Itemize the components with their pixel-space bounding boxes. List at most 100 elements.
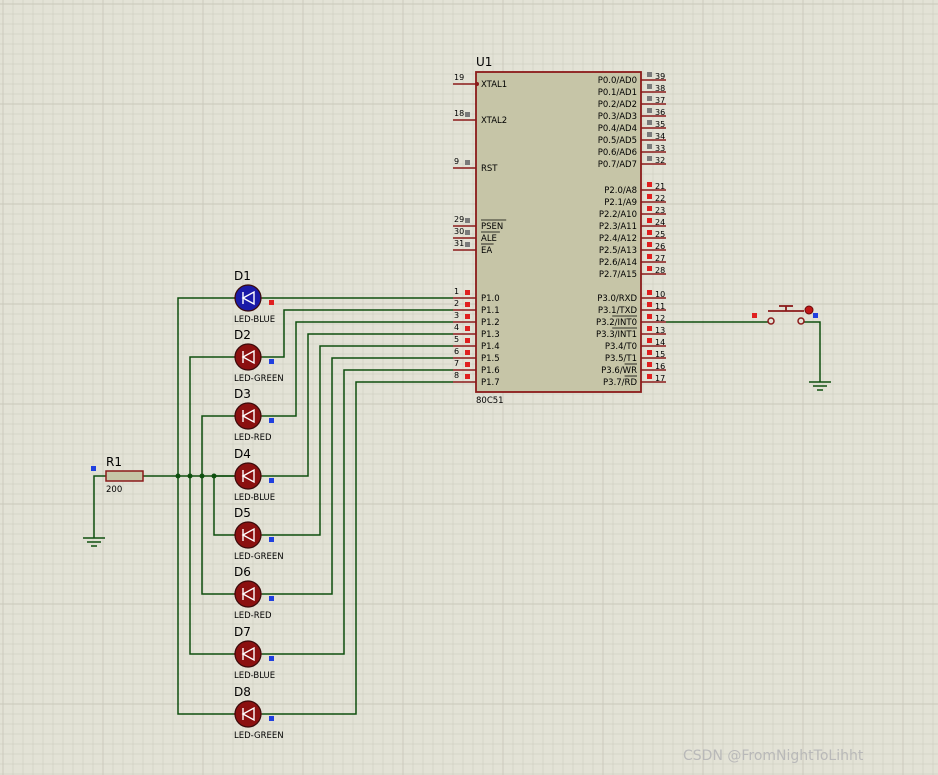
mcu-left-pin-marker xyxy=(465,230,470,235)
mcu-left-pin-number: 9 xyxy=(454,157,459,166)
led-type-label: LED-RED xyxy=(234,611,272,621)
mcu-left-pin-number: 1 xyxy=(454,287,459,296)
mcu-right-pin-marker xyxy=(647,132,652,137)
led-ref-label: D3 xyxy=(234,387,251,401)
mcu-left-pin-marker xyxy=(465,302,470,307)
mcu-right-pin-marker xyxy=(647,230,652,235)
mcu-right-pin-name: P0.6/AD6 xyxy=(598,148,637,158)
wire-p1-6 xyxy=(262,369,453,655)
mcu-right-pin-marker xyxy=(647,194,652,199)
led-pin-marker xyxy=(269,478,274,483)
mcu-left-pin-number: 3 xyxy=(454,311,459,320)
resistor-body xyxy=(105,470,144,482)
mcu-right-pin-number: 10 xyxy=(655,290,665,299)
button-contact-right xyxy=(797,317,805,325)
led-d4[interactable]: D4 LED-BLUE xyxy=(234,447,275,503)
led-body xyxy=(234,402,262,430)
mcu-right-pin-number: 15 xyxy=(655,350,665,359)
mcu-right-pin-name: P0.1/AD1 xyxy=(598,88,637,98)
led-ref-label: D4 xyxy=(234,447,251,461)
resistor-r1[interactable]: R1 200 xyxy=(91,455,144,495)
mcu-right-pin-marker xyxy=(647,362,652,367)
mcu-left-pin-name: XTAL1 xyxy=(481,80,507,90)
mcu-right-pin-name: P3.0/RXD xyxy=(597,294,637,304)
mcu-right-pin-number: 37 xyxy=(655,96,665,105)
led-body xyxy=(234,521,262,549)
led-ref-label: D6 xyxy=(234,565,251,579)
mcu-right-pin-marker xyxy=(647,108,652,113)
mcu-right-pin-number: 14 xyxy=(655,338,665,347)
mcu-right-pin-number: 39 xyxy=(655,72,665,81)
mcu-left-pin-name: P1.2 xyxy=(481,318,500,328)
mcu-left-pin-number: 8 xyxy=(454,371,459,380)
mcu-right-pin-name: P0.2/AD2 xyxy=(598,100,637,110)
led-pin-marker xyxy=(269,716,274,721)
mcu-right-pin-name: P0.3/AD3 xyxy=(598,112,637,122)
led-pin-marker xyxy=(269,418,274,423)
led-array: D1 LED-BLUE D2 LED-GREEN D3 LED-RED D4 LED-BLUE… xyxy=(234,269,284,741)
led-d1[interactable]: D1 LED-BLUE xyxy=(234,269,275,325)
mcu-right-pin-marker xyxy=(647,218,652,223)
led-body xyxy=(234,462,262,490)
led-pin-marker xyxy=(269,656,274,661)
mcu-right-pin-marker xyxy=(647,290,652,295)
led-ref-label: D8 xyxy=(234,685,251,699)
mcu-right-pin-name: P2.2/A10 xyxy=(599,210,637,220)
mcu-right-pin-name: P2.1/A9 xyxy=(604,198,637,208)
mcu-right-pin-marker xyxy=(647,120,652,125)
mcu-right-pin-number: 24 xyxy=(655,218,665,227)
mcu-right-pin-number: 16 xyxy=(655,362,665,371)
microcontroller-u1[interactable]: U1 80C51 19XTAL118XTAL29RST29PSEN30ALE31… xyxy=(453,55,666,406)
mcu-left-pin-number: 6 xyxy=(454,347,459,356)
mcu-left-pin-marker xyxy=(465,326,470,331)
led-ref-label: D2 xyxy=(234,328,251,342)
led-pin-marker xyxy=(269,537,274,542)
mcu-left-pin-name: P1.4 xyxy=(481,342,500,352)
mcu-right-pin-name: P3.4/T0 xyxy=(605,342,637,352)
mcu-right-pin-name: P3.2/INT0 xyxy=(596,318,637,328)
led-ref-label: D7 xyxy=(234,625,251,639)
led-type-label: LED-BLUE xyxy=(234,315,275,325)
led-d8[interactable]: D8 LED-GREEN xyxy=(234,685,284,741)
mcu-left-pin-name: P1.5 xyxy=(481,354,500,364)
mcu-left-pin-marker xyxy=(465,350,470,355)
xtal1-clock-dot xyxy=(475,82,479,86)
wire-cathode-bus xyxy=(213,475,236,536)
mcu-left-pin-name: P1.7 xyxy=(481,378,500,388)
led-ref-label: D1 xyxy=(234,269,251,283)
led-d7[interactable]: D7 LED-BLUE xyxy=(234,625,275,681)
mcu-left-pin-marker xyxy=(465,338,470,343)
led-type-label: LED-BLUE xyxy=(234,493,275,503)
wire-p1-3 xyxy=(262,333,453,477)
mcu-right-pin-name: P3.5/T1 xyxy=(605,354,637,364)
mcu-left-pin-number: 19 xyxy=(454,73,464,82)
mcu-left-pin-name: ALE xyxy=(481,234,497,244)
mcu-right-pin-name: P3.1/TXD xyxy=(598,306,638,316)
junction-dot xyxy=(199,473,205,479)
mcu-right-pin-number: 38 xyxy=(655,84,665,93)
mcu-left-pin-number: 2 xyxy=(454,299,459,308)
led-d2[interactable]: D2 LED-GREEN xyxy=(234,328,284,384)
mcu-right-pin-name: P2.0/A8 xyxy=(604,186,637,196)
led-d6[interactable]: D6 LED-RED xyxy=(234,565,274,621)
wire-p1-2 xyxy=(262,321,453,417)
mcu-right-pin-name: P0.0/AD0 xyxy=(598,76,637,86)
mcu-right-pin-name: P2.7/A15 xyxy=(599,270,637,280)
mcu-right-pin-number: 25 xyxy=(655,230,665,239)
led-d3[interactable]: D3 LED-RED xyxy=(234,387,274,443)
mcu-left-pin-marker xyxy=(465,242,470,247)
led-pin-marker xyxy=(269,359,274,364)
mcu-right-pin-number: 36 xyxy=(655,108,665,117)
mcu-right-pin-number: 11 xyxy=(655,302,665,311)
mcu-right-pin-name: P2.3/A11 xyxy=(599,222,637,232)
mcu-left-pin-marker xyxy=(465,314,470,319)
mcu-left-pin-number: 30 xyxy=(454,227,464,236)
wire-cathode-bus xyxy=(201,415,236,595)
resistor-value-label: 200 xyxy=(106,485,122,495)
mcu-left-pin-number: 4 xyxy=(454,323,459,332)
mcu-right-pin-marker xyxy=(647,338,652,343)
led-body xyxy=(234,700,262,728)
led-type-label: LED-GREEN xyxy=(234,374,284,384)
schematic-canvas[interactable]: U1 80C51 19XTAL118XTAL29RST29PSEN30ALE31… xyxy=(0,0,938,775)
button-contact-left xyxy=(767,317,775,325)
